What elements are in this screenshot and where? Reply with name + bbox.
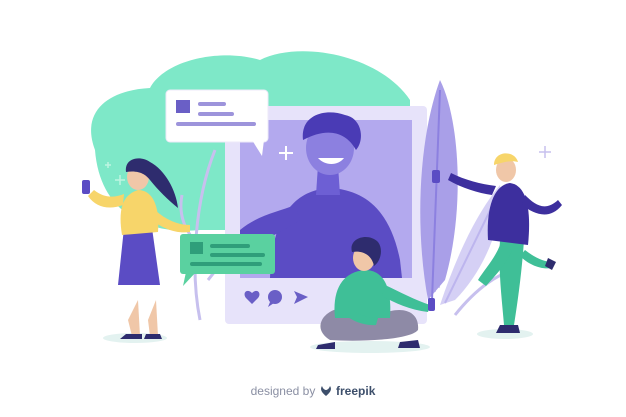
credit-prefix: designed by xyxy=(250,384,316,398)
freepik-credit[interactable]: designed by freepik xyxy=(0,383,626,400)
freepik-logo-icon xyxy=(319,383,333,400)
social-media-illustration xyxy=(82,51,562,353)
credit-brand: freepik xyxy=(336,384,376,398)
illustration-stage: designed by freepik xyxy=(0,0,626,417)
